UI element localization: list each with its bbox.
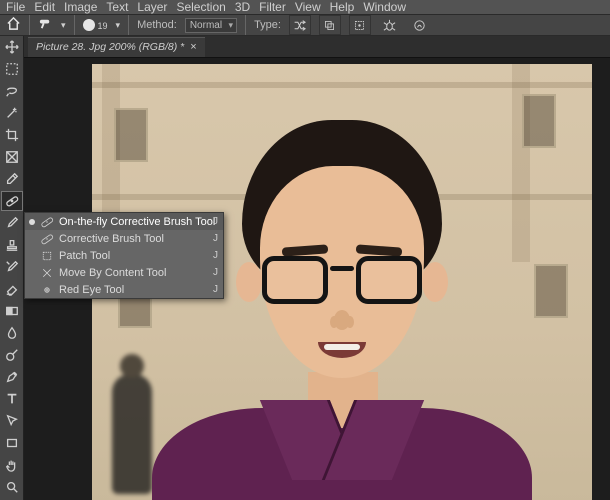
type-tool[interactable]	[1, 389, 23, 409]
menu-file[interactable]: File	[6, 0, 25, 14]
flyout-item[interactable]: Corrective Brush Tool J	[25, 230, 223, 247]
method-select[interactable]: Normal	[185, 18, 237, 33]
home-icon[interactable]	[6, 16, 21, 34]
menu-filter[interactable]: Filter	[259, 0, 286, 14]
menu-window[interactable]: Window	[363, 0, 406, 14]
main-area: Picture 28. Jpg 200% (RGB/8) * ×	[0, 36, 610, 500]
flyout-item-shortcut: J	[213, 250, 218, 261]
dodge-tool[interactable]	[1, 345, 23, 365]
flyout-item[interactable]: Patch Tool J	[25, 247, 223, 264]
flyout-item-shortcut: J	[213, 216, 218, 227]
flyout-item[interactable]: Red Eye Tool J	[25, 281, 223, 298]
pressure-icon[interactable]	[409, 15, 431, 35]
bandaid-icon	[40, 215, 54, 229]
move-tool[interactable]	[1, 37, 23, 57]
brush-preview[interactable]: 19	[83, 19, 108, 31]
clone-stamp-tool[interactable]	[1, 235, 23, 255]
divider	[245, 15, 246, 35]
flyout-item-label: On-the-fly Corrective Brush Tool	[59, 216, 215, 228]
bandaid-icon	[40, 232, 54, 246]
menu-layer[interactable]: Layer	[137, 0, 167, 14]
main-menubar: File Edit Image Text Layer Selection 3D …	[0, 0, 610, 14]
selected-dot-icon	[29, 219, 35, 225]
align-icon[interactable]	[349, 15, 371, 35]
patch-icon	[40, 249, 54, 263]
document-tab[interactable]: Picture 28. Jpg 200% (RGB/8) * ×	[28, 37, 205, 57]
blur-tool[interactable]	[1, 323, 23, 343]
subject-portrait	[162, 120, 522, 500]
document-tabstrip: Picture 28. Jpg 200% (RGB/8) * ×	[24, 36, 610, 58]
divider	[74, 15, 75, 35]
menu-view[interactable]: View	[295, 0, 321, 14]
flyout-item-label: Move By Content Tool	[59, 267, 166, 279]
tool-panel	[0, 36, 24, 500]
sample-layers-icon[interactable]	[319, 15, 341, 35]
divider	[128, 15, 129, 35]
menu-text[interactable]: Text	[106, 0, 128, 14]
menu-3d[interactable]: 3D	[235, 0, 250, 14]
background-person	[112, 374, 152, 494]
path-select-tool[interactable]	[1, 411, 23, 431]
chevron-down-icon[interactable]: ▾	[116, 20, 121, 31]
hand-tool[interactable]	[1, 455, 23, 475]
gradient-tool[interactable]	[1, 301, 23, 321]
method-label: Method:	[137, 19, 177, 31]
chevron-down-icon[interactable]: ▾	[61, 20, 66, 31]
flyout-item-label: Red Eye Tool	[59, 284, 124, 296]
shuffle-icon[interactable]	[289, 15, 311, 35]
crop-tool[interactable]	[1, 125, 23, 145]
flyout-item-shortcut: J	[213, 233, 218, 244]
divider	[29, 15, 30, 35]
options-bar: ▾ 19 ▾ Method: Normal Type:	[0, 14, 610, 36]
flyout-item-label: Patch Tool	[59, 250, 110, 262]
history-brush-tool[interactable]	[1, 257, 23, 277]
tool-flyout-menu: On-the-fly Corrective Brush ToolJCorrect…	[24, 212, 224, 299]
eraser-tool[interactable]	[1, 279, 23, 299]
menu-edit[interactable]: Edit	[34, 0, 55, 14]
move-content-icon	[40, 266, 54, 280]
flyout-item[interactable]: Move By Content Tool J	[25, 264, 223, 281]
lasso-tool[interactable]	[1, 81, 23, 101]
pen-tool[interactable]	[1, 367, 23, 387]
type-label: Type:	[254, 19, 281, 31]
flyout-item-shortcut: J	[213, 267, 218, 278]
flyout-item-shortcut: J	[213, 284, 218, 295]
flyout-item-label: Corrective Brush Tool	[59, 233, 164, 245]
red-eye-icon	[40, 283, 54, 297]
eyedropper-tool[interactable]	[1, 169, 23, 189]
brush-dot-icon	[83, 19, 95, 31]
brush-size-value: 19	[98, 21, 108, 31]
frame-tool[interactable]	[1, 147, 23, 167]
brush-tool[interactable]	[1, 213, 23, 233]
magic-wand-tool[interactable]	[1, 103, 23, 123]
marquee-tool[interactable]	[1, 59, 23, 79]
menu-image[interactable]: Image	[64, 0, 97, 14]
document-tab-title: Picture 28. Jpg 200% (RGB/8) *	[36, 41, 184, 53]
app-window: File Edit Image Text Layer Selection 3D …	[0, 0, 610, 500]
zoom-tool[interactable]	[1, 477, 23, 497]
rectangle-tool[interactable]	[1, 433, 23, 453]
flyout-item[interactable]: On-the-fly Corrective Brush ToolJ	[25, 213, 223, 230]
healing-brush-tool[interactable]	[1, 191, 23, 211]
bug-icon[interactable]	[379, 15, 401, 35]
menu-help[interactable]: Help	[330, 0, 355, 14]
method-value: Normal	[190, 20, 222, 31]
tool-preset-icon[interactable]	[38, 16, 53, 34]
menu-selection[interactable]: Selection	[176, 0, 225, 14]
close-icon[interactable]: ×	[190, 41, 196, 53]
